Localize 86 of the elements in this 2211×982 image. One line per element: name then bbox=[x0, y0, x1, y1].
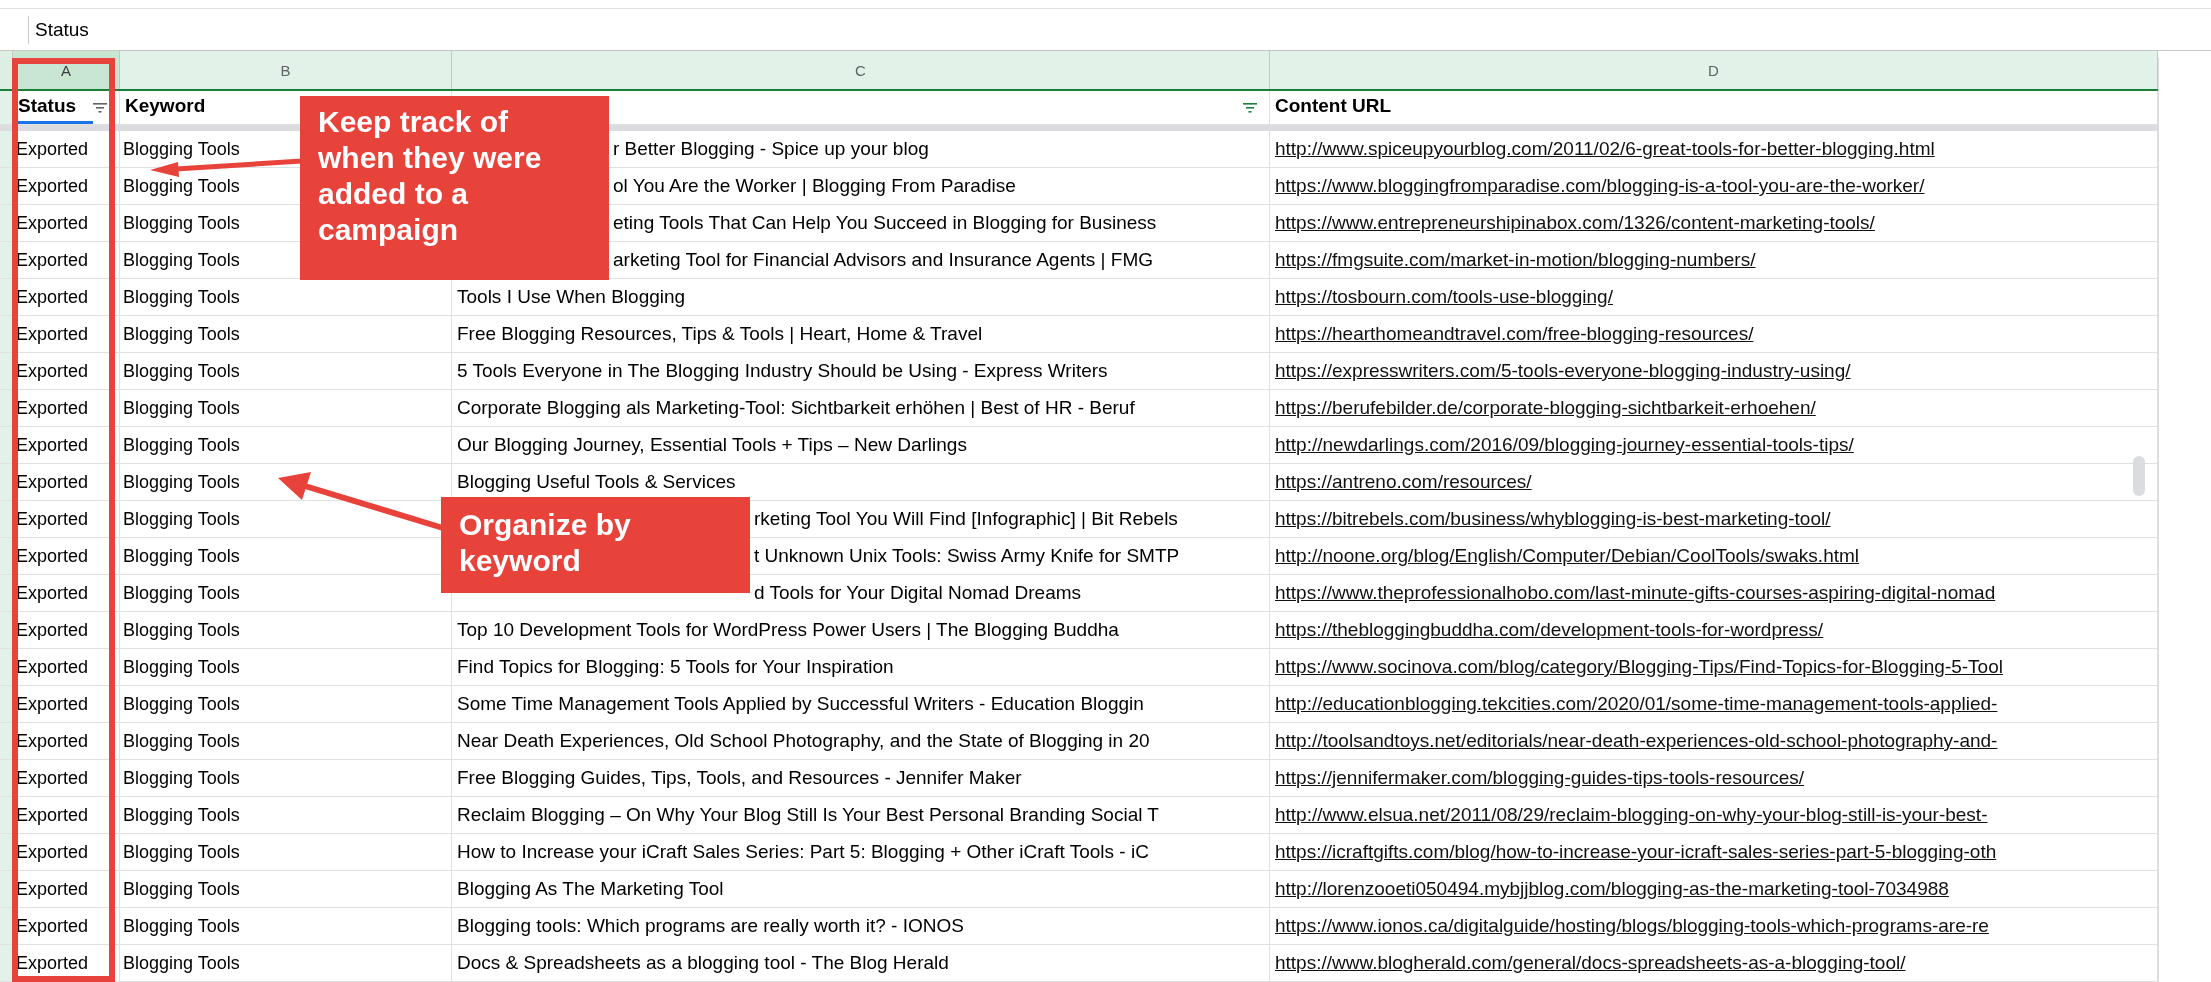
url-link[interactable]: https://fmgsuite.com/market-in-motion/blogging-numbers/ bbox=[1275, 249, 1756, 271]
table-cell: Blogging Tools bbox=[120, 316, 452, 353]
url-link[interactable]: https://hearthomeandtravel.com/free-blogging-resources/ bbox=[1275, 323, 1754, 345]
table-cell: Corporate Blogging als Marketing-Tool: Sichtbarkeit erhöhen | Best of HR - Beruf bbox=[452, 390, 1270, 427]
table-cell: Exported bbox=[13, 834, 120, 871]
table-cell: Exported bbox=[13, 538, 120, 575]
table-cell: Blogging Tools bbox=[120, 427, 452, 464]
url-link[interactable]: http://newdarlings.com/2016/09/blogging-journey-essential-tools-tips/ bbox=[1275, 434, 1854, 456]
url-link[interactable]: http://educationblogging.tekcities.com/2020/01/some-time-management-tools-applied- bbox=[1275, 693, 1998, 715]
url-link[interactable]: https://bitrebels.com/business/whyblogging-is-best-marketing-tool/ bbox=[1275, 508, 1831, 530]
table-cell: Our Blogging Journey, Essential Tools + Tips – New Darlings bbox=[452, 427, 1270, 464]
table-cell: Blogging Tools bbox=[120, 908, 452, 945]
filter-icon[interactable] bbox=[93, 102, 107, 113]
table-cell: Blogging Tools bbox=[120, 871, 452, 908]
table-cell: Exported bbox=[13, 168, 120, 205]
table-cell: Find Topics for Blogging: 5 Tools for Your Inspiration bbox=[452, 649, 1270, 686]
column-header[interactable]: D bbox=[1270, 51, 2158, 89]
url-link[interactable]: https://expresswriters.com/5-tools-everyone-blogging-industry-using/ bbox=[1275, 360, 1851, 382]
table-cell: Exported bbox=[13, 797, 120, 834]
table-cell: Top 10 Development Tools for WordPress Power Users | The Blogging Buddha bbox=[452, 612, 1270, 649]
url-link[interactable]: https://www.ionos.ca/digitalguide/hosting/blogs/blogging-tools-which-programs-are-re bbox=[1275, 915, 1989, 937]
table-cell: Blogging Tools bbox=[120, 723, 452, 760]
url-link[interactable]: https://www.socinova.com/blog/category/Blogging-Tips/Find-Topics-for-Blogging-5-Tool bbox=[1275, 656, 2003, 678]
callout-note: Keep track of when they were added to a campaign bbox=[300, 96, 609, 280]
url-link[interactable]: https://www.entrepreneurshipinabox.com/1326/content-marketing-tools/ bbox=[1275, 212, 1875, 234]
table-cell: Blogging Tools bbox=[120, 797, 452, 834]
table-cell: Exported bbox=[13, 760, 120, 797]
column-title[interactable]: Content URL bbox=[1270, 91, 1392, 124]
table-cell: Exported bbox=[13, 723, 120, 760]
column-title[interactable]: Keyword bbox=[120, 91, 206, 124]
table-cell: Exported bbox=[13, 612, 120, 649]
column-header[interactable]: C bbox=[452, 51, 1270, 89]
table-cell: Some Time Management Tools Applied by Successful Writers - Education Bloggin bbox=[452, 686, 1270, 723]
formula-value[interactable]: Status bbox=[28, 15, 89, 44]
table-cell: Blogging Tools bbox=[120, 649, 452, 686]
table-cell: Blogging Tools bbox=[120, 834, 452, 871]
table-cell: Exported bbox=[13, 649, 120, 686]
table-cell: Reclaim Blogging – On Why Your Blog Still Is Your Best Personal Branding Social T bbox=[452, 797, 1270, 834]
table-cell: Blogging Tools bbox=[120, 686, 452, 723]
table-cell: Exported bbox=[13, 131, 120, 168]
table-cell: Exported bbox=[13, 242, 120, 279]
url-link[interactable]: https://antreno.com/resources/ bbox=[1275, 471, 1532, 493]
table-cell: Exported bbox=[13, 205, 120, 242]
table-cell: Exported bbox=[13, 501, 120, 538]
table-cell: Free Blogging Resources, Tips & Tools | Heart, Home & Travel bbox=[452, 316, 1270, 353]
table-cell: Exported bbox=[13, 279, 120, 316]
table-cell: Blogging tools: Which programs are really worth it? - IONOS bbox=[452, 908, 1270, 945]
table-cell: Exported bbox=[13, 686, 120, 723]
filter-icon[interactable] bbox=[1243, 102, 1257, 113]
url-link[interactable]: https://thebloggingbuddha.com/development-tools-for-wordpress/ bbox=[1275, 619, 1824, 641]
url-link[interactable]: https://www.bloggingfromparadise.com/blogging-is-a-tool-you-are-the-worker/ bbox=[1275, 175, 1925, 197]
url-link[interactable]: https://www.theprofessionalhobo.com/last-minute-gifts-courses-aspiring-digital-nomad bbox=[1275, 582, 1996, 604]
column-header[interactable]: B bbox=[120, 51, 452, 89]
table-cell: Near Death Experiences, Old School Photography, and the State of Blogging in 20 bbox=[452, 723, 1270, 760]
table-cell: How to Increase your iCraft Sales Series: Part 5: Blogging + Other iCraft Tools - iC bbox=[452, 834, 1270, 871]
url-link[interactable]: http://www.elsua.net/2011/08/29/reclaim-blogging-on-why-your-blog-still-is-your-best- bbox=[1275, 804, 1988, 826]
table-cell: Exported bbox=[13, 464, 120, 501]
table-cell: Blogging Tools bbox=[120, 612, 452, 649]
url-link[interactable]: https://tosbourn.com/tools-use-blogging/ bbox=[1275, 286, 1613, 308]
table-cell: Exported bbox=[13, 945, 120, 982]
table-cell: Blogging Tools bbox=[120, 353, 452, 390]
url-link[interactable]: https://jennifermaker.com/blogging-guides-tips-tools-resources/ bbox=[1275, 767, 1805, 789]
url-link[interactable]: http://lorenzooeti050494.mybjjblog.com/blogging-as-the-marketing-tool-7034988 bbox=[1275, 878, 1949, 900]
url-link[interactable]: http://toolsandtoys.net/editorials/near-death-experiences-old-school-photography-and- bbox=[1275, 730, 1998, 752]
url-link[interactable]: https://icraftgifts.com/blog/how-to-increase-your-icraft-sales-series-part-5-blogging-oth bbox=[1275, 841, 1997, 863]
table-cell: Exported bbox=[13, 353, 120, 390]
table-cell: Blogging Tools bbox=[120, 390, 452, 427]
url-link[interactable]: http://noone.org/blog/English/Computer/Debian/CoolTools/swaks.html bbox=[1275, 545, 1860, 567]
table-cell: Docs & Spreadsheets as a blogging tool - The Blog Herald bbox=[452, 945, 1270, 982]
table-cell: Exported bbox=[13, 390, 120, 427]
url-link[interactable]: http://www.spiceupyourblog.com/2011/02/6-great-tools-for-better-blogging.html bbox=[1275, 138, 1935, 160]
url-link[interactable]: https://berufebilder.de/corporate-blogging-sichtbarkeit-erhoehen/ bbox=[1275, 397, 1816, 419]
table-cell: Exported bbox=[13, 316, 120, 353]
scrollbar-thumb[interactable] bbox=[2133, 456, 2145, 496]
callout-note: Organize by keyword bbox=[441, 497, 750, 593]
table-cell: Blogging Tools bbox=[120, 945, 452, 982]
url-link[interactable]: https://www.blogherald.com/general/docs-spreadsheets-as-a-blogging-tool/ bbox=[1275, 952, 1906, 974]
table-cell: Blogging Tools bbox=[120, 760, 452, 797]
table-cell: Exported bbox=[13, 427, 120, 464]
table-cell: Free Blogging Guides, Tips, Tools, and Resources - Jennifer Maker bbox=[452, 760, 1270, 797]
table-cell: Exported bbox=[13, 575, 120, 612]
table-cell: Blogging As The Marketing Tool bbox=[452, 871, 1270, 908]
table-cell: 5 Tools Everyone in The Blogging Industry Should be Using - Express Writers bbox=[452, 353, 1270, 390]
table-cell: Exported bbox=[13, 871, 120, 908]
scrollbar-track[interactable] bbox=[2158, 58, 2211, 982]
table-cell: Exported bbox=[13, 908, 120, 945]
